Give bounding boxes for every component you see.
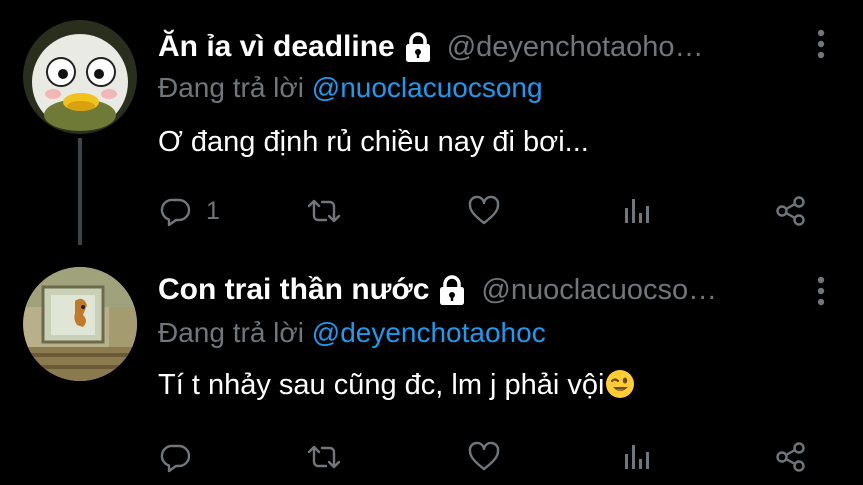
share-icon <box>775 195 807 227</box>
more-options-icon[interactable] <box>815 28 827 60</box>
bar-chart-icon <box>622 441 652 473</box>
retweet-icon <box>306 195 342 227</box>
action-bar: 1 <box>0 193 863 229</box>
reply-button[interactable] <box>160 439 206 475</box>
action-bar <box>0 439 863 475</box>
username-handle[interactable]: @deyenchotaoho… <box>447 31 704 64</box>
cartoon-avatar-icon <box>23 267 137 381</box>
lock-icon <box>403 31 433 63</box>
like-button[interactable] <box>467 193 501 229</box>
views-button[interactable] <box>622 193 652 229</box>
replying-to-label: Đang trả lời <box>158 72 304 103</box>
bar-chart-icon <box>622 195 652 227</box>
tweet-header: Ăn ỉa vì deadline @deyenchotaoho… <box>158 27 813 67</box>
tweet[interactable]: Ăn ỉa vì deadline @deyenchotaoho… Đang t… <box>0 0 863 245</box>
retweet-button[interactable] <box>306 193 342 229</box>
heart-icon <box>467 441 501 473</box>
replying-to-link[interactable]: @nuoclacuocsong <box>312 72 543 103</box>
reply-count: 1 <box>206 196 220 225</box>
tweet[interactable]: Con trai thần nước @nuoclacuocso… Đang t… <box>0 245 863 485</box>
replying-to: Đang trả lời @deyenchotaohoc <box>158 317 546 349</box>
reply-icon <box>160 195 192 227</box>
replying-to-label: Đang trả lời <box>158 317 304 348</box>
duck-avatar-icon <box>23 20 137 134</box>
views-button[interactable] <box>622 439 652 475</box>
avatar[interactable] <box>23 267 137 381</box>
share-icon <box>775 441 807 473</box>
tweet-text-body: Tí t nhảy sau cũng đc, lm j phải vội <box>158 369 605 401</box>
replying-to: Đang trả lời @nuoclacuocsong <box>158 72 543 104</box>
heart-icon <box>467 195 501 227</box>
lock-icon <box>437 274 467 306</box>
retweet-button[interactable] <box>306 439 342 475</box>
tweet-header: Con trai thần nước @nuoclacuocso… <box>158 270 813 310</box>
reply-button[interactable]: 1 <box>160 193 220 229</box>
winking-face-emoji-icon <box>605 369 635 399</box>
display-name[interactable]: Ăn ỉa vì deadline <box>158 30 395 64</box>
more-options-icon[interactable] <box>815 275 827 307</box>
username-handle[interactable]: @nuoclacuocso… <box>481 274 717 307</box>
tweet-text: Ơ đang định rủ chiều nay đi bơi... <box>158 126 589 158</box>
like-button[interactable] <box>467 439 501 475</box>
avatar[interactable] <box>23 20 137 134</box>
reply-icon <box>160 441 192 473</box>
retweet-icon <box>306 441 342 473</box>
tweet-text: Tí t nhảy sau cũng đc, lm j phải vội <box>158 369 635 402</box>
display-name[interactable]: Con trai thần nước <box>158 273 429 307</box>
share-button[interactable] <box>775 193 807 229</box>
share-button[interactable] <box>775 439 807 475</box>
replying-to-link[interactable]: @deyenchotaohoc <box>312 317 546 348</box>
